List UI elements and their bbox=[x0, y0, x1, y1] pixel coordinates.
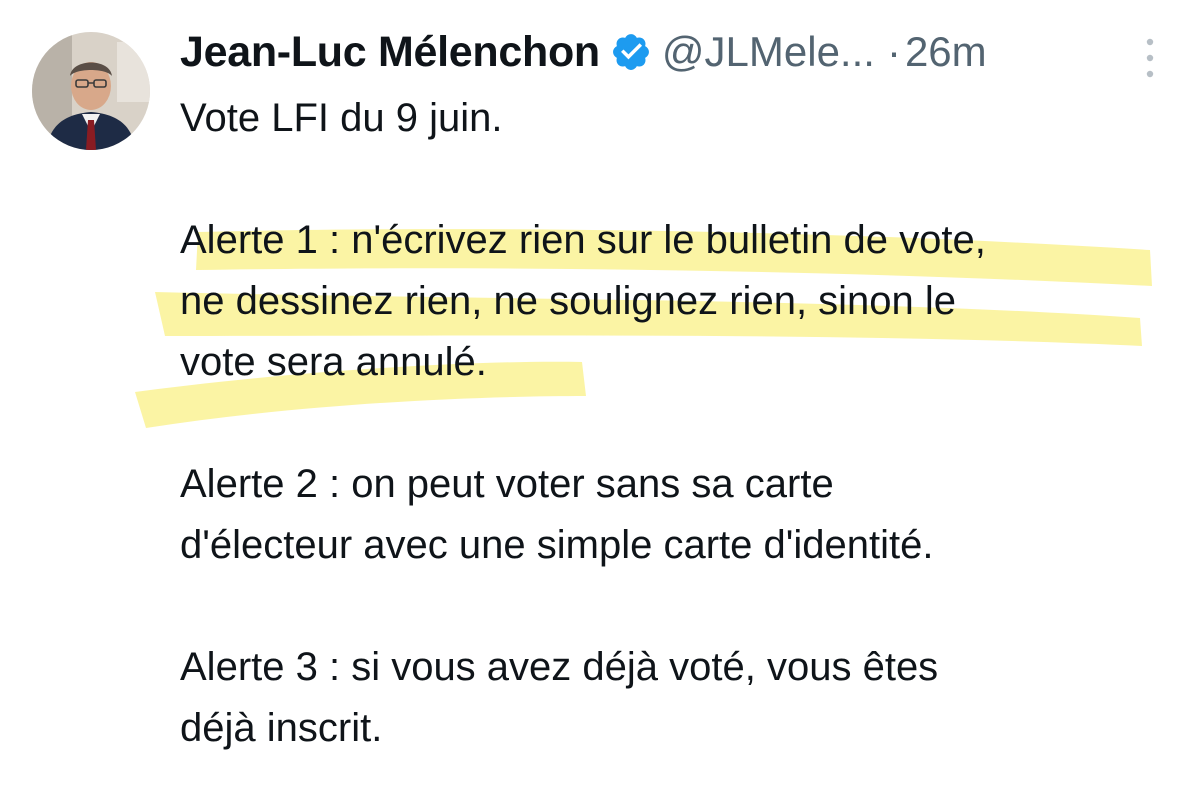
alert-1-line-2: ne dessinez rien, ne soulignez rien, sin… bbox=[180, 279, 957, 323]
tweet-line-intro: Vote LFI du 9 juin. bbox=[180, 96, 503, 140]
separator-dot: · bbox=[886, 28, 901, 75]
alert-1-line-1: Alerte 1 : n'écrivez rien sur le bulleti… bbox=[180, 218, 986, 262]
timestamp[interactable]: 26m bbox=[905, 28, 987, 76]
alert-3-line-2: déjà inscrit. bbox=[180, 706, 383, 750]
alert-2-line-2: d'électeur avec une simple carte d'ident… bbox=[180, 523, 934, 567]
alert-3-line-1: Alerte 3 : si vous avez déjà voté, vous … bbox=[180, 645, 939, 689]
tweet-header: Jean-Luc Mélenchon @JLMele... · 26m bbox=[180, 22, 987, 82]
alert-2-line-1: Alerte 2 : on peut voter sans sa carte bbox=[180, 462, 834, 506]
verified-badge-icon bbox=[610, 31, 652, 73]
author-handle[interactable]: @JLMele... bbox=[662, 28, 875, 76]
tweet-body: Vote LFI du 9 juin. Alerte 1 : n'écrivez… bbox=[180, 88, 1170, 759]
alert-1-line-3: vote sera annulé. bbox=[180, 340, 487, 384]
author-name[interactable]: Jean-Luc Mélenchon bbox=[180, 28, 600, 77]
avatar[interactable] bbox=[32, 32, 150, 150]
more-vertical-icon[interactable] bbox=[1138, 36, 1162, 80]
profile-photo bbox=[32, 32, 150, 150]
